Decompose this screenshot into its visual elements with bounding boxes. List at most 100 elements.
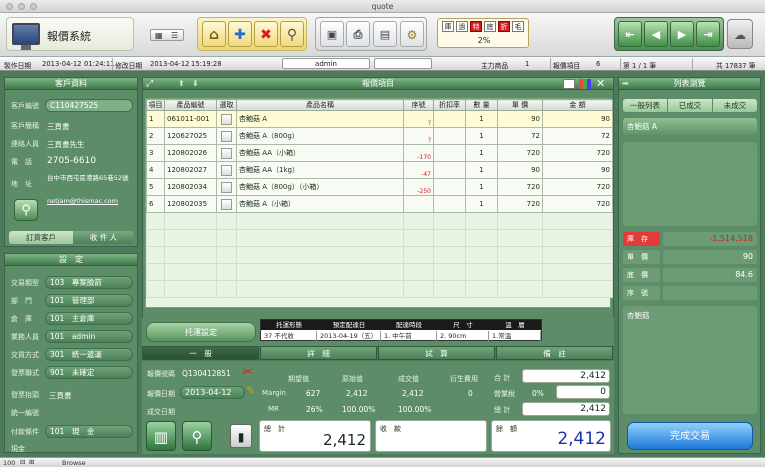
customer-code-field[interactable]: C110427525 [45, 99, 133, 112]
add-button[interactable]: ✚ [228, 21, 252, 47]
cell-code[interactable]: 120802027 [164, 161, 217, 179]
cell-price[interactable]: 720 [497, 178, 543, 196]
cell-name[interactable]: 杏鮑菇 A（800g）（小箱） [236, 178, 404, 196]
cell-qty[interactable]: 1 [465, 110, 498, 128]
cell-code[interactable]: 120802026 [164, 144, 217, 162]
status-chip[interactable]: 毛 [512, 21, 524, 32]
chart-icon[interactable] [563, 79, 575, 89]
column-header[interactable]: 折扣率 [433, 99, 466, 111]
column-header[interactable]: 金 額 [542, 99, 613, 111]
cell-name[interactable]: 杏鮑菇 A（小箱） [236, 195, 404, 213]
search-button[interactable]: ⚲ [280, 21, 304, 47]
cell-code[interactable]: 061011-001 [164, 110, 217, 128]
cell-amount[interactable]: 90 [542, 110, 613, 128]
setting-field[interactable]: 901 未確定 [45, 366, 133, 379]
received-box[interactable]: 收 款 [375, 420, 487, 452]
cell-name[interactable]: 杏鮑菇 A [236, 110, 404, 128]
select-checkbox[interactable] [216, 161, 237, 179]
first-record-button[interactable]: ⇤ [618, 21, 642, 47]
table-row[interactable]: 3 120802026 杏鮑菇 AA（小箱） -170 1 720 720 [146, 144, 613, 162]
select-checkbox[interactable] [216, 127, 237, 145]
cell-qty[interactable]: 1 [465, 161, 498, 179]
status-chip[interactable]: 特 [470, 21, 482, 32]
email-link[interactable]: netjam@thismac.com [47, 197, 118, 205]
cell-amount[interactable]: 720 [542, 178, 613, 196]
tab-recipient[interactable]: 收 件 人 [73, 231, 134, 244]
last-record-button[interactable]: ⇥ [696, 21, 720, 47]
zoom-window-button[interactable] [30, 3, 37, 10]
cell-discount[interactable] [433, 127, 466, 145]
cell-code[interactable]: 120627025 [164, 127, 217, 145]
payment-field[interactable]: 101 現 金 [45, 425, 133, 438]
quote-date-field[interactable]: 2013-04-12 [180, 386, 245, 399]
table-row[interactable]: 6 120802035 杏鮑菇 A（小箱） 1 720 720 [146, 195, 613, 213]
shipping-value[interactable]: 37 不代收 [261, 331, 317, 341]
cell-serial[interactable]: ? [403, 127, 434, 145]
cell-qty[interactable]: 1 [465, 127, 498, 145]
card-reader-button[interactable]: ▮ [230, 424, 252, 448]
quote-no-value[interactable]: Q130412851 [182, 369, 231, 378]
status-chip[interactable]: 折 [498, 21, 510, 32]
document-button[interactable]: ▤ [373, 21, 397, 47]
contact-value[interactable]: 三頁書先生 [47, 139, 85, 150]
address-value[interactable]: 台中市西屯區港路65巷52號 [47, 174, 133, 182]
bottom-tab[interactable]: 詳 細 [260, 346, 377, 360]
setting-field[interactable]: 101 admin [45, 330, 133, 343]
table-row[interactable]: 4 120802027 杏鮑菇 AA（1kg） -47 1 90 90 [146, 161, 613, 179]
barcode-button[interactable]: ▥ [146, 421, 176, 451]
move-up-icon[interactable]: ⬆ [178, 79, 185, 88]
grid-view-icon[interactable]: ▦ [155, 31, 163, 40]
cell-discount[interactable] [433, 110, 466, 128]
select-checkbox[interactable] [216, 178, 237, 196]
customer-short-value[interactable]: 三頁書 [47, 121, 70, 132]
cell-qty[interactable]: 1 [465, 178, 498, 196]
cell-no[interactable]: 5 [146, 178, 165, 196]
cell-amount[interactable]: 72 [542, 127, 613, 145]
shipping-value[interactable]: 1. 中午前 [381, 331, 437, 341]
cell-code[interactable]: 120802035 [164, 195, 217, 213]
select-checkbox[interactable] [216, 110, 237, 128]
table-row[interactable]: 2 120627025 杏鮑菇 A（800g）? 1 72 72 [146, 127, 613, 145]
phone-value[interactable]: 2705-6610 [47, 156, 96, 166]
status-chip[interactable]: 過 [456, 21, 468, 32]
go-arrow-icon[interactable]: ➡ [622, 79, 629, 88]
delete-button[interactable]: ✖ [254, 21, 278, 47]
cell-price[interactable]: 90 [497, 161, 543, 179]
bottom-tab[interactable]: 試 算 [378, 346, 495, 360]
cell-serial[interactable]: -47 [403, 161, 434, 179]
complete-deal-button[interactable]: 完成交易 [627, 422, 753, 450]
cell-code[interactable]: 120802034 [164, 178, 217, 196]
cell-amount[interactable]: 90 [542, 161, 613, 179]
next-record-button[interactable]: ▶ [670, 21, 694, 47]
shipping-value[interactable]: 1.常溫 [489, 331, 541, 341]
cloud-button[interactable]: ☁ [727, 19, 753, 49]
column-header[interactable]: 單 價 [497, 99, 543, 111]
shipping-value[interactable]: 2013-04-19（五） [317, 331, 381, 341]
shipping-value[interactable]: 2. 90cm [437, 331, 489, 341]
list-view-icon[interactable]: ☰ [171, 31, 178, 40]
cell-serial[interactable]: ? [403, 110, 434, 128]
lookup-button[interactable]: ⚲ [182, 421, 212, 451]
customer-search-button[interactable]: ⚲ [14, 199, 38, 221]
column-header[interactable]: 產品編號 [164, 99, 217, 111]
status-chip[interactable]: 底 [484, 21, 496, 32]
cell-serial[interactable]: -170 [403, 144, 434, 162]
cell-no[interactable]: 2 [146, 127, 165, 145]
column-header[interactable]: 數 量 [465, 99, 498, 111]
column-header[interactable]: 選取 [216, 99, 237, 111]
cell-name[interactable]: 杏鮑菇 AA（小箱） [236, 144, 404, 162]
invoice-title-value[interactable]: 三頁書 [49, 390, 72, 401]
product-note[interactable]: 杏鮑菇 [623, 306, 757, 414]
zoom-level[interactable]: 100 [3, 459, 15, 467]
select-checkbox[interactable] [216, 144, 237, 162]
cell-amount[interactable]: 720 [542, 195, 613, 213]
cell-qty[interactable]: 1 [465, 144, 498, 162]
tab-order-customer[interactable]: 訂貨客戶 [9, 231, 73, 244]
zoom-in-icon[interactable]: ⊞ [29, 458, 34, 466]
cell-serial[interactable] [403, 195, 434, 213]
setting-field[interactable]: 301 統一遞運 [45, 348, 133, 361]
bottom-tab[interactable]: 一 般 [142, 346, 259, 360]
cell-price[interactable]: 720 [497, 144, 543, 162]
grid-color-icon[interactable] [579, 79, 591, 89]
cell-discount[interactable] [433, 144, 466, 162]
